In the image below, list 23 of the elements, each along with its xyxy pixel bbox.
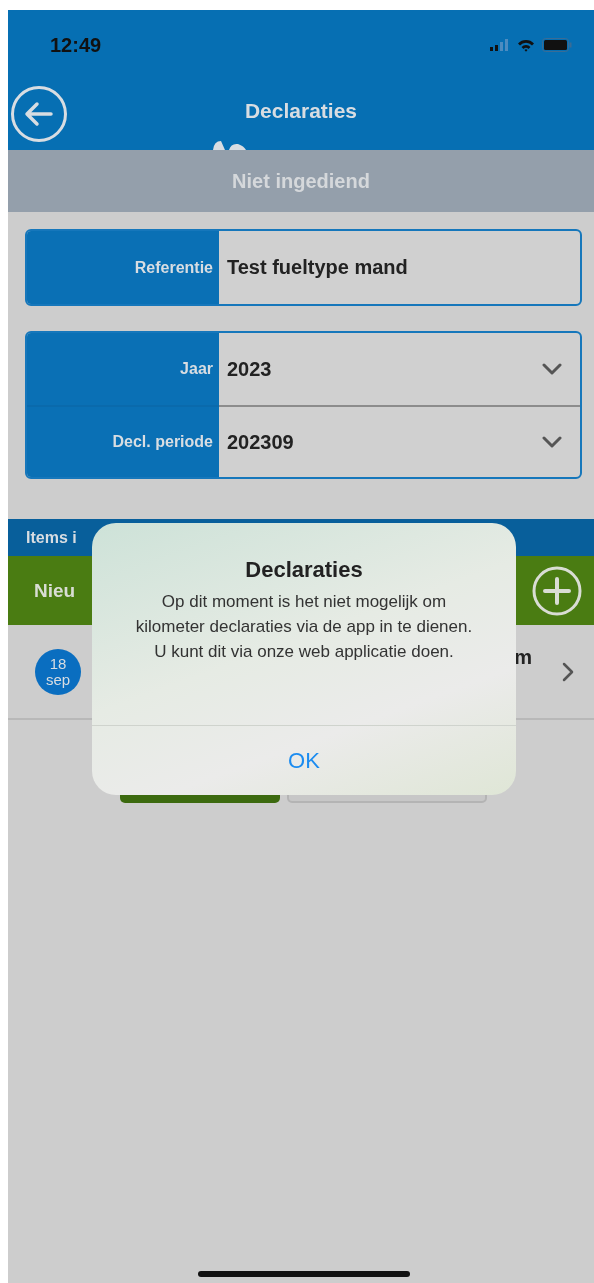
field-label: Referentie — [27, 231, 219, 304]
wifi-icon — [517, 38, 535, 52]
section-title: Niet ingediend — [232, 169, 370, 193]
dropdown-field[interactable]: 2023 — [219, 333, 580, 405]
chevron-right-icon — [562, 661, 574, 682]
reference-field[interactable]: Test fueltype mand — [219, 231, 580, 304]
field-label: Jaar — [27, 333, 219, 405]
items-title: Items i — [26, 528, 77, 547]
chevron-down-icon — [542, 363, 562, 375]
page-title: Declaraties — [244, 99, 358, 123]
back-icon[interactable] — [10, 85, 68, 143]
alert-title: Declaraties — [245, 557, 363, 583]
battery-icon — [542, 38, 572, 52]
item-title: m — [514, 646, 532, 669]
alert-message: Op dit moment is het niet mogelijk om kilometer declaraties via de app in te dienen. U kunt dit via onze web applicatie doen. — [134, 591, 474, 663]
date-badge: 18 sep — [35, 648, 81, 695]
signal-icon — [490, 39, 510, 51]
dropdown-field[interactable]: 202309 — [219, 405, 580, 477]
status-time: 12:49 — [50, 33, 102, 57]
new-item-label: Nieu — [34, 579, 76, 602]
chevron-down-icon — [542, 436, 562, 448]
field-label: Decl. periode — [27, 405, 219, 477]
plus-icon[interactable] — [532, 565, 582, 616]
